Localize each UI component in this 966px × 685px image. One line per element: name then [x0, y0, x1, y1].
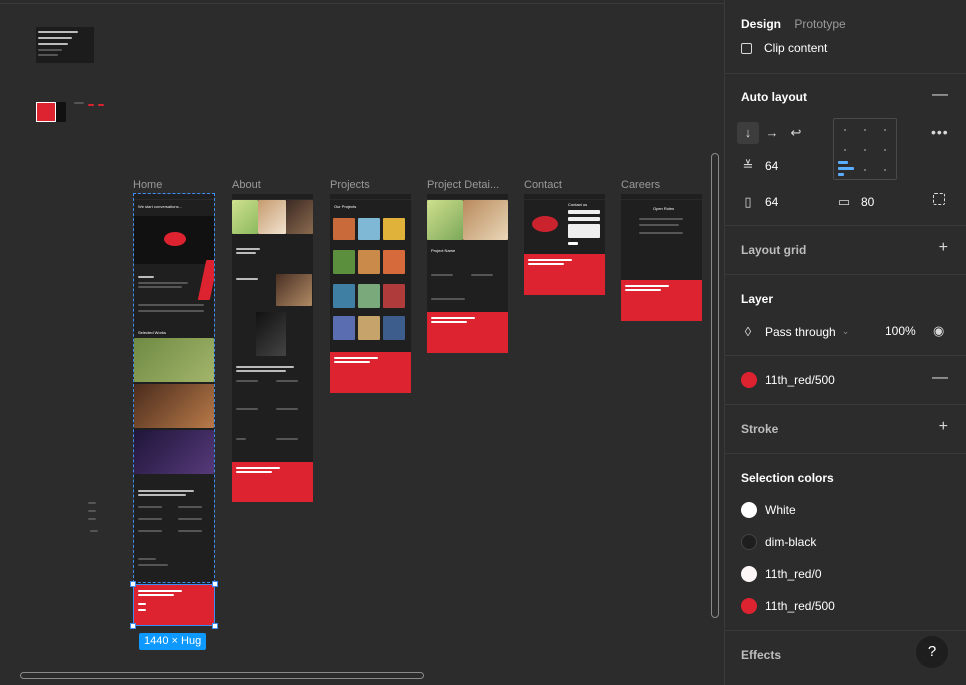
clip-content-checkbox[interactable] — [741, 42, 752, 54]
more-options-icon[interactable]: ••• — [931, 124, 949, 140]
divider — [725, 453, 966, 454]
eye-icon[interactable]: ◉ — [933, 323, 944, 339]
project-details-footer-cta[interactable] — [427, 312, 508, 353]
resize-handle-top-right[interactable] — [212, 581, 218, 587]
arrow-down-icon[interactable]: ↓ — [737, 122, 759, 144]
thumbnail-dots[interactable] — [88, 502, 100, 534]
remove-fill-icon[interactable]: — — [932, 369, 948, 387]
thumbnail-notes[interactable] — [74, 100, 110, 112]
frame-project-details[interactable]: Project Name — [427, 194, 508, 353]
remove-auto-layout-icon[interactable]: — — [932, 86, 948, 104]
divider — [725, 355, 966, 356]
contact-footer-cta[interactable] — [524, 254, 605, 295]
canvas-vertical-scrollbar[interactable] — [711, 153, 719, 618]
properties-panel: Design Prototype Clip content Auto layou… — [724, 0, 966, 685]
gap-row[interactable]: ≚ 64 — [741, 158, 779, 174]
selection-color-label: dim-black — [765, 535, 817, 549]
fill-style-name: 11th_red/500 — [765, 373, 835, 387]
project-name-title: Project Name — [431, 248, 456, 253]
projects-title: Our Projects — [334, 204, 357, 209]
selection-color-white[interactable]: White — [741, 502, 796, 518]
resize-handle-bottom-right[interactable] — [212, 623, 218, 629]
careers-title: Open Roles — [653, 206, 675, 211]
add-layout-grid-icon[interactable]: + — [939, 239, 948, 257]
about-footer-cta[interactable] — [232, 462, 313, 502]
color-swatch-dim-black[interactable] — [741, 534, 757, 550]
frame-label-careers[interactable]: Careers — [621, 179, 660, 191]
arrow-right-icon[interactable]: → — [761, 122, 783, 144]
projects-footer-cta[interactable] — [330, 352, 411, 393]
selection-colors-title: Selection colors — [741, 471, 834, 485]
selection-color-label: 11th_red/500 — [765, 599, 835, 613]
home-hero-text: We start conversations... — [138, 204, 182, 209]
canvas-top-border — [0, 3, 724, 4]
tab-prototype[interactable]: Prototype — [794, 17, 845, 31]
selection-color-dim-black[interactable]: dim-black — [741, 534, 816, 550]
divider — [725, 630, 966, 631]
stroke-title: Stroke — [741, 422, 779, 436]
divider — [725, 73, 966, 74]
individual-padding-icon[interactable] — [933, 193, 945, 205]
color-swatch-white[interactable] — [741, 502, 757, 518]
contact-title: Contact us — [568, 202, 588, 207]
frame-label-contact[interactable]: Contact — [524, 179, 562, 191]
design-canvas[interactable]: Home About Projects Project Detai... Con… — [0, 0, 724, 685]
frame-label-about[interactable]: About — [232, 179, 261, 191]
frame-label-project-details[interactable]: Project Detai... — [427, 179, 499, 191]
home-selected-works: Selected Works — [138, 330, 166, 335]
frame-about[interactable] — [232, 194, 313, 502]
fill-row[interactable]: 11th_red/500 — [741, 372, 835, 388]
blend-mode-select[interactable]: ◊ Pass through ⌄ — [741, 324, 849, 339]
frame-contact[interactable]: Contact us — [524, 194, 605, 295]
frame-label-home[interactable]: Home — [133, 179, 162, 191]
selection-color-label: White — [765, 503, 796, 517]
thumbnail-text-frame[interactable] — [36, 27, 94, 63]
canvas-horizontal-scrollbar[interactable] — [20, 672, 424, 679]
vertical-padding-icon: ▭ — [837, 194, 851, 209]
help-button[interactable]: ? — [916, 636, 948, 668]
auto-layout-title: Auto layout — [741, 90, 807, 104]
horizontal-padding-value[interactable]: 64 — [765, 195, 778, 209]
selection-color-red-500[interactable]: 11th_red/500 — [741, 598, 835, 614]
divider — [725, 225, 966, 226]
droplet-icon: ◊ — [744, 324, 752, 339]
frame-careers[interactable]: Open Roles — [621, 194, 702, 321]
color-swatch-red-0[interactable] — [741, 566, 757, 582]
vertical-padding-value[interactable]: 80 — [861, 195, 874, 209]
thumbnail-swatch-red[interactable] — [36, 102, 56, 122]
selected-footer-layer[interactable] — [133, 584, 215, 626]
selection-color-red-0[interactable]: 11th_red/0 — [741, 566, 822, 582]
frame-label-projects[interactable]: Projects — [330, 179, 370, 191]
color-swatch-red-500[interactable] — [741, 598, 757, 614]
resize-handle-top-left[interactable] — [130, 581, 136, 587]
layout-grid-title: Layout grid — [741, 243, 807, 257]
selection-color-label: 11th_red/0 — [765, 567, 822, 581]
gap-value[interactable]: 64 — [765, 159, 778, 173]
add-stroke-icon[interactable]: + — [939, 418, 948, 436]
horizontal-padding-icon: ▯ — [744, 194, 752, 209]
vertical-padding-row[interactable]: ▭ 80 — [837, 194, 875, 210]
selection-size-badge: 1440 × Hug — [139, 633, 207, 650]
layer-opacity[interactable]: 100% — [885, 324, 916, 338]
horizontal-padding-row[interactable]: ▯ 64 — [741, 194, 778, 210]
tab-design[interactable]: Design — [741, 17, 781, 31]
effects-title: Effects — [741, 648, 782, 662]
blend-mode-value: Pass through — [765, 324, 836, 339]
frame-projects[interactable]: Our Projects — [330, 194, 411, 393]
fill-swatch[interactable] — [741, 372, 757, 388]
resize-handle-bottom-left[interactable] — [130, 623, 136, 629]
alignment-grid[interactable] — [833, 118, 897, 180]
frame-home[interactable]: We start conversations... Selected Works — [134, 194, 214, 626]
thumbnail-swatch-dark[interactable] — [56, 102, 66, 122]
clip-content-label: Clip content — [764, 41, 828, 55]
clip-content-row[interactable]: Clip content — [741, 41, 827, 55]
divider — [725, 404, 966, 405]
vertical-gap-icon: ≚ — [742, 158, 754, 173]
chevron-down-icon: ⌄ — [841, 326, 850, 336]
careers-footer-cta[interactable] — [621, 280, 702, 321]
layer-title: Layer — [741, 292, 774, 306]
wrap-icon[interactable]: ↩ — [785, 122, 807, 144]
divider — [725, 274, 966, 275]
